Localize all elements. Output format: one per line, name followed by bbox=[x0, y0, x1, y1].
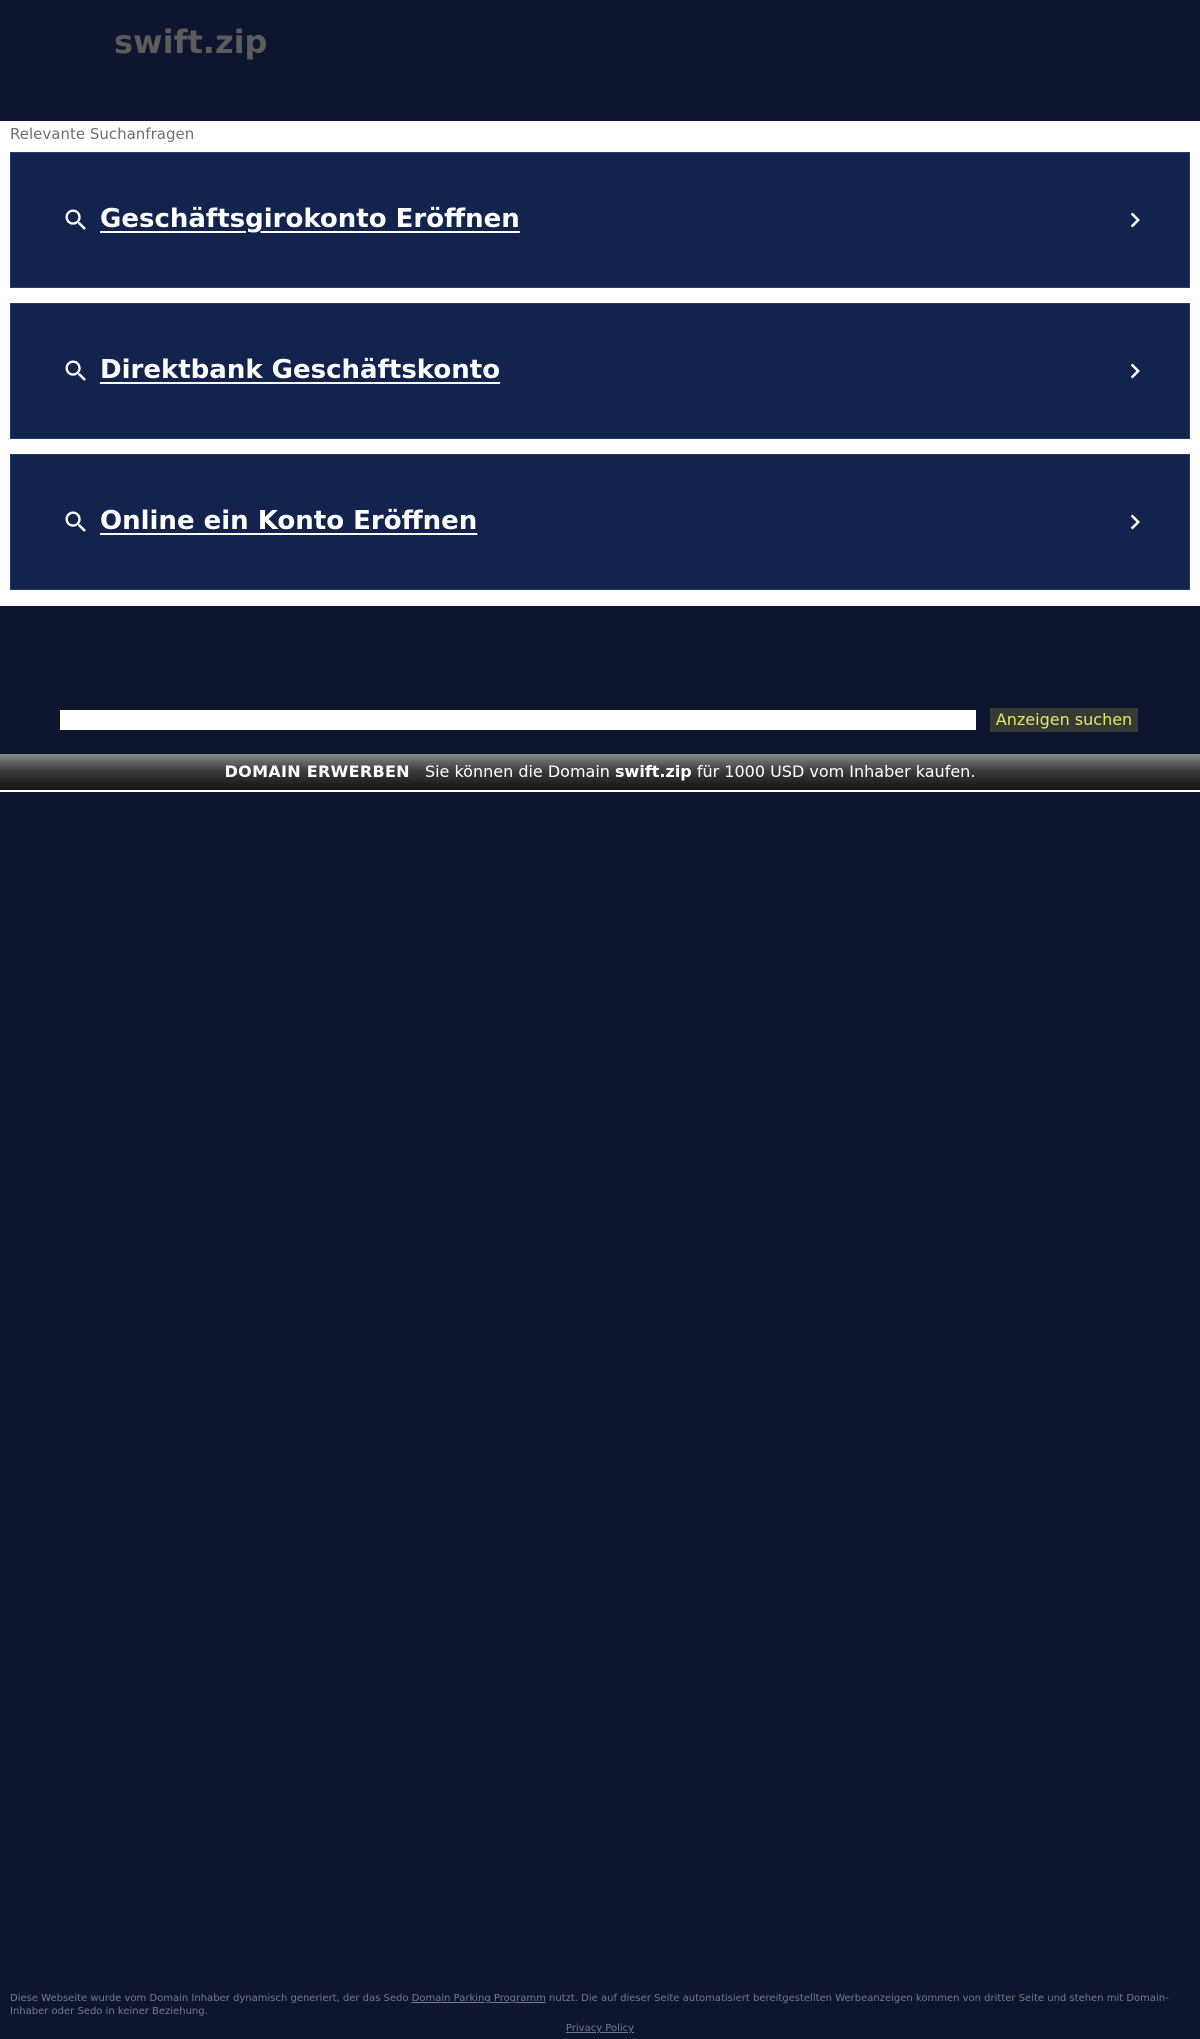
search-input[interactable] bbox=[60, 710, 976, 730]
footer-disclaimer: Diese Webseite wurde vom Domain Inhaber … bbox=[10, 1992, 1190, 2018]
buy-domain-banner[interactable]: DOMAIN ERWERBEN Sie können die Domain sw… bbox=[0, 754, 1200, 792]
related-search-link[interactable]: Geschäftsgirokonto Eröffnen bbox=[10, 152, 1190, 288]
footer-text-before: Diese Webseite wurde vom Domain Inhaber … bbox=[10, 1993, 412, 2004]
header: swift.zip bbox=[0, 0, 1200, 121]
related-search-link[interactable]: Online ein Konto Eröffnen bbox=[10, 454, 1190, 590]
privacy-policy-container: Privacy Policy bbox=[0, 2022, 1200, 2035]
buy-domain-text-before: Sie können die Domain bbox=[424, 762, 616, 781]
parking-program-link[interactable]: Domain Parking Programm bbox=[412, 1993, 546, 2004]
buy-domain-text-after: für 1000 USD vom Inhaber kaufen. bbox=[691, 762, 976, 781]
related-searches-heading: Relevante Suchanfragen bbox=[10, 125, 195, 143]
chevron-right-icon bbox=[1130, 363, 1140, 379]
search-icon bbox=[65, 209, 86, 230]
ad-search-form: Anzeigen suchen bbox=[60, 708, 1138, 732]
related-searches: Relevante Suchanfragen Geschäftsgirokont… bbox=[0, 121, 1200, 606]
chevron-right-icon bbox=[1130, 212, 1140, 228]
search-icon bbox=[65, 360, 86, 381]
related-search-label: Direktbank Geschäftskonto bbox=[100, 355, 501, 385]
related-search-label: Geschäftsgirokonto Eröffnen bbox=[100, 204, 520, 234]
chevron-right-icon bbox=[1130, 514, 1140, 530]
search-ads-button[interactable]: Anzeigen suchen bbox=[990, 708, 1138, 732]
privacy-policy-link[interactable]: Privacy Policy bbox=[566, 2023, 634, 2034]
buy-domain-title: DOMAIN ERWERBEN bbox=[224, 762, 410, 781]
related-search-link[interactable]: Direktbank Geschäftskonto bbox=[10, 303, 1190, 439]
related-search-label: Online ein Konto Eröffnen bbox=[100, 506, 478, 536]
domain-title: swift.zip bbox=[114, 23, 268, 61]
buy-domain-name: swift.zip bbox=[615, 762, 692, 781]
search-icon bbox=[65, 511, 86, 532]
